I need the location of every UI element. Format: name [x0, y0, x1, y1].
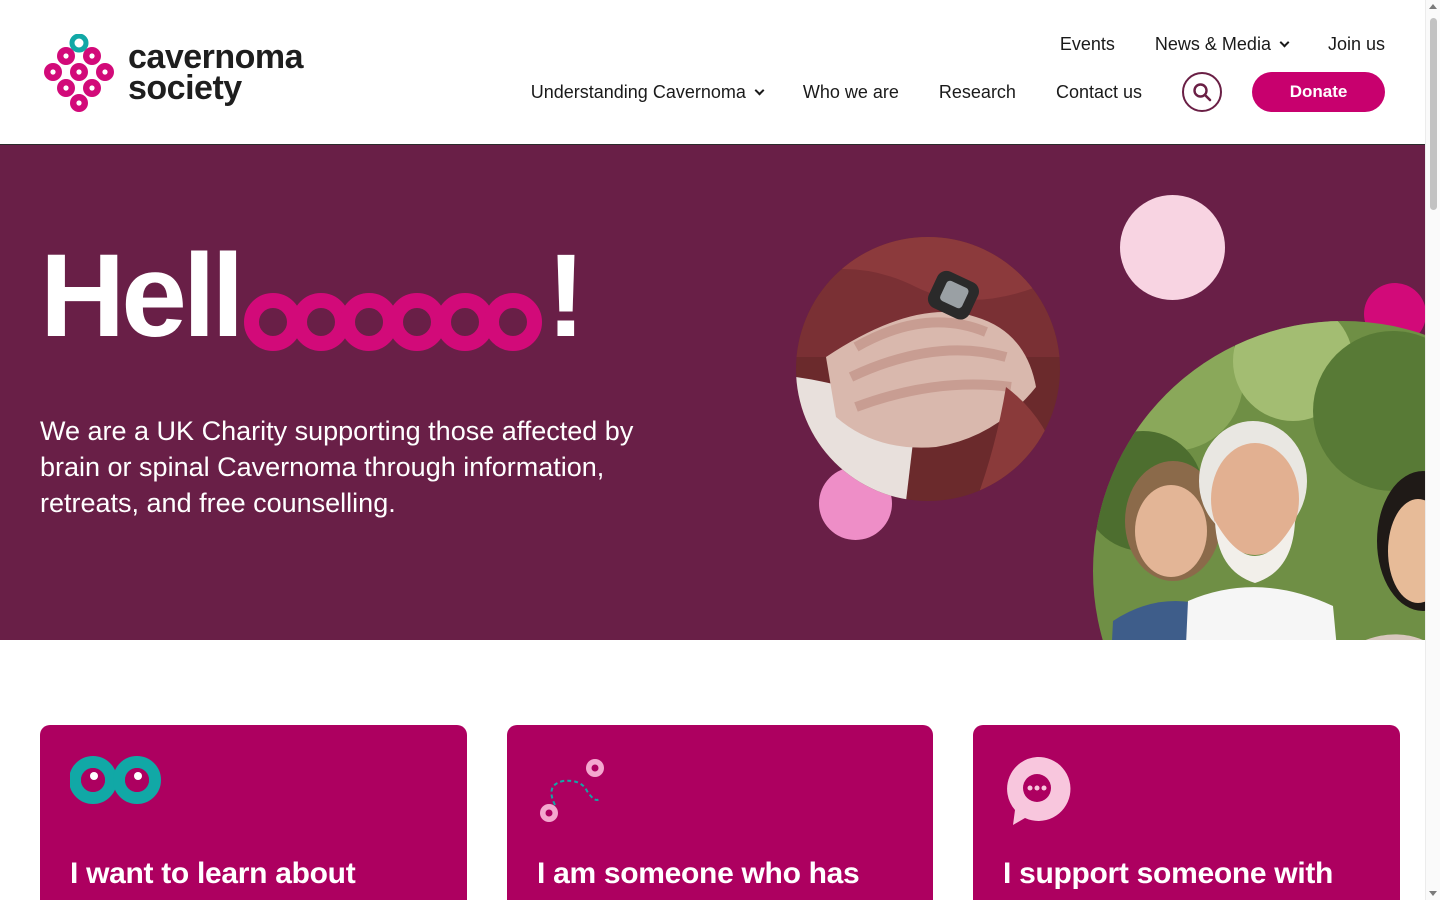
nav-who-we-are[interactable]: Who we are: [803, 82, 899, 103]
card-someone-who-has[interactable]: I am someone who has: [507, 725, 933, 900]
logo-grapes-icon: [44, 34, 114, 112]
logo-wordmark: cavernoma society: [128, 40, 304, 107]
nav-events[interactable]: Events: [1060, 34, 1115, 55]
page-scrollbar[interactable]: [1425, 0, 1440, 900]
path-dots-icon: [540, 759, 604, 822]
card-learn-about[interactable]: I want to learn about: [40, 725, 467, 900]
hero-banner: Hell ! We are a UK Charity supporting th…: [0, 145, 1425, 640]
nav-research[interactable]: Research: [939, 82, 1016, 103]
hero-photo-people: [1093, 321, 1425, 640]
search-icon: [1193, 83, 1212, 102]
nav-news-media-label: News & Media: [1154, 34, 1271, 54]
hero-heading-text: Hell: [40, 230, 244, 362]
hero-description: We are a UK Charity supporting those aff…: [40, 416, 634, 518]
card-support-someone[interactable]: I support someone with: [973, 725, 1400, 900]
hero-heading: Hell !: [40, 237, 586, 355]
chevron-down-icon: [754, 85, 765, 95]
nav-understanding-cavernoma[interactable]: Understanding Cavernoma: [530, 81, 765, 103]
main-nav: Understanding Cavernoma Who we are Resea…: [491, 72, 1385, 112]
scroll-down-arrow-icon[interactable]: [1429, 891, 1437, 896]
hero-heading-exclamation: !: [546, 230, 586, 362]
speech-bubble-icon: [1007, 756, 1071, 825]
nav-news-media[interactable]: News & Media: [1154, 34, 1290, 55]
nav-contact-us[interactable]: Contact us: [1056, 82, 1142, 103]
search-button[interactable]: [1182, 72, 1222, 112]
logo-line-2: society: [128, 69, 242, 107]
card-title: I am someone who has: [537, 857, 860, 890]
chevron-down-icon: [1279, 37, 1290, 48]
nav-join-us[interactable]: Join us: [1328, 34, 1385, 55]
eyes-icon: [70, 756, 161, 804]
card-title: I support someone with: [1003, 857, 1334, 890]
utility-nav: Events News & Media Join us: [1020, 34, 1385, 55]
o-ring: [484, 293, 543, 351]
donate-button[interactable]: Donate: [1252, 72, 1385, 112]
site-logo[interactable]: cavernoma society: [40, 34, 304, 112]
hero-photo-hands: [796, 237, 1060, 501]
site-header: cavernoma society Events News & Media Jo…: [0, 0, 1425, 145]
card-title: I want to learn about: [70, 857, 356, 890]
hero-o-chain-graphic: [244, 293, 543, 351]
scroll-up-arrow-icon[interactable]: [1429, 4, 1437, 9]
scrollbar-thumb[interactable]: [1430, 18, 1437, 210]
decor-circle-light-pink: [1120, 195, 1225, 300]
nav-understanding-label: Understanding Cavernoma: [530, 81, 746, 102]
